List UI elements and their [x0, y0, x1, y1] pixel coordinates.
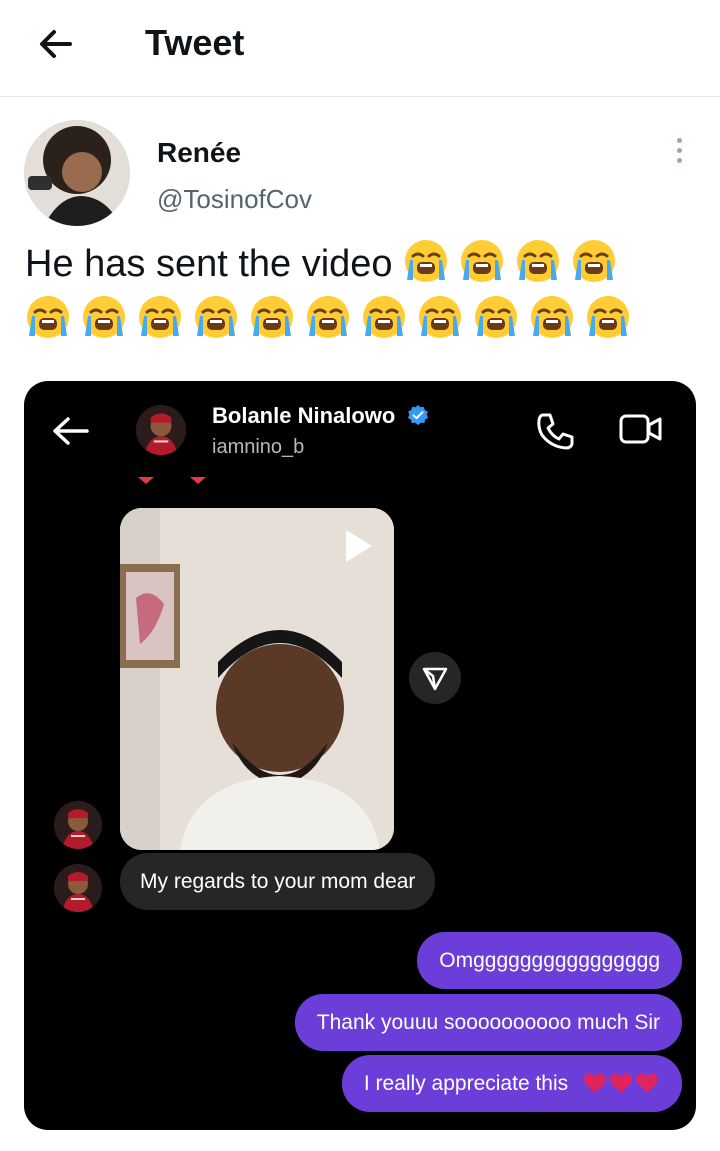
dm-back-arrow-icon: [53, 417, 89, 445]
contact-avatar: [136, 405, 186, 455]
red-marks: [138, 477, 206, 484]
emoji-cry-1: [403, 243, 459, 285]
phone-icon: [537, 413, 574, 450]
emoji-cry-5: [25, 299, 81, 341]
emoji-cry-13: [473, 299, 529, 341]
emoji-cry-6: [81, 299, 137, 341]
emoji-cry-12: [417, 299, 473, 341]
emoji-cry-2: [459, 243, 515, 285]
author-name[interactable]: Renée: [157, 137, 241, 169]
emoji-cry-9: [249, 299, 305, 341]
play-icon: [346, 530, 372, 562]
contact-name: Bolanle Ninalowo: [212, 403, 429, 429]
heart-emojis: [584, 1073, 658, 1093]
video-message: [120, 508, 394, 850]
contact-name-text: Bolanle Ninalowo: [212, 403, 396, 428]
top-bar: Tweet: [0, 0, 720, 97]
outgoing-message-1: Omgggggggggggggggg: [417, 932, 682, 989]
emoji-cry-15: [585, 299, 641, 341]
share-button: [409, 652, 461, 704]
page-title: Tweet: [145, 22, 245, 63]
video-call-icon: [619, 414, 662, 444]
emoji-cry-8: [193, 299, 249, 341]
more-options-icon[interactable]: [671, 138, 687, 170]
emoji-cry-11: [361, 299, 417, 341]
author-avatar[interactable]: [24, 120, 130, 226]
contact-avatar-text: [54, 864, 102, 912]
verified-badge-icon: [408, 405, 429, 425]
outgoing-message-2: Thank youuu soooooooooo much Sir: [294, 994, 682, 1051]
emoji-cry-3: [515, 243, 571, 285]
outgoing-message-3-text: I really appreciate this: [363, 1072, 569, 1095]
emoji-cry-7: [137, 299, 193, 341]
incoming-message: My regards to your mom dear: [120, 853, 436, 910]
share-icon: [422, 667, 448, 691]
dm-screenshot-card[interactable]: Bolanle Ninalowo iamnino_b My regards to…: [24, 381, 696, 1130]
tweet-body: He has sent the video: [25, 243, 393, 285]
emoji-cry-4: [571, 243, 627, 285]
tweet-text: He has sent the video: [25, 236, 695, 348]
emoji-cry-10: [305, 299, 361, 341]
contact-avatar-video: [54, 801, 102, 849]
contact-handle: iamnino_b: [212, 436, 305, 458]
author-handle[interactable]: @TosinofCov: [157, 184, 312, 215]
emoji-cry-14: [529, 299, 585, 341]
outgoing-message-3: I really appreciate this: [341, 1055, 682, 1112]
back-arrow-icon[interactable]: [36, 24, 76, 64]
